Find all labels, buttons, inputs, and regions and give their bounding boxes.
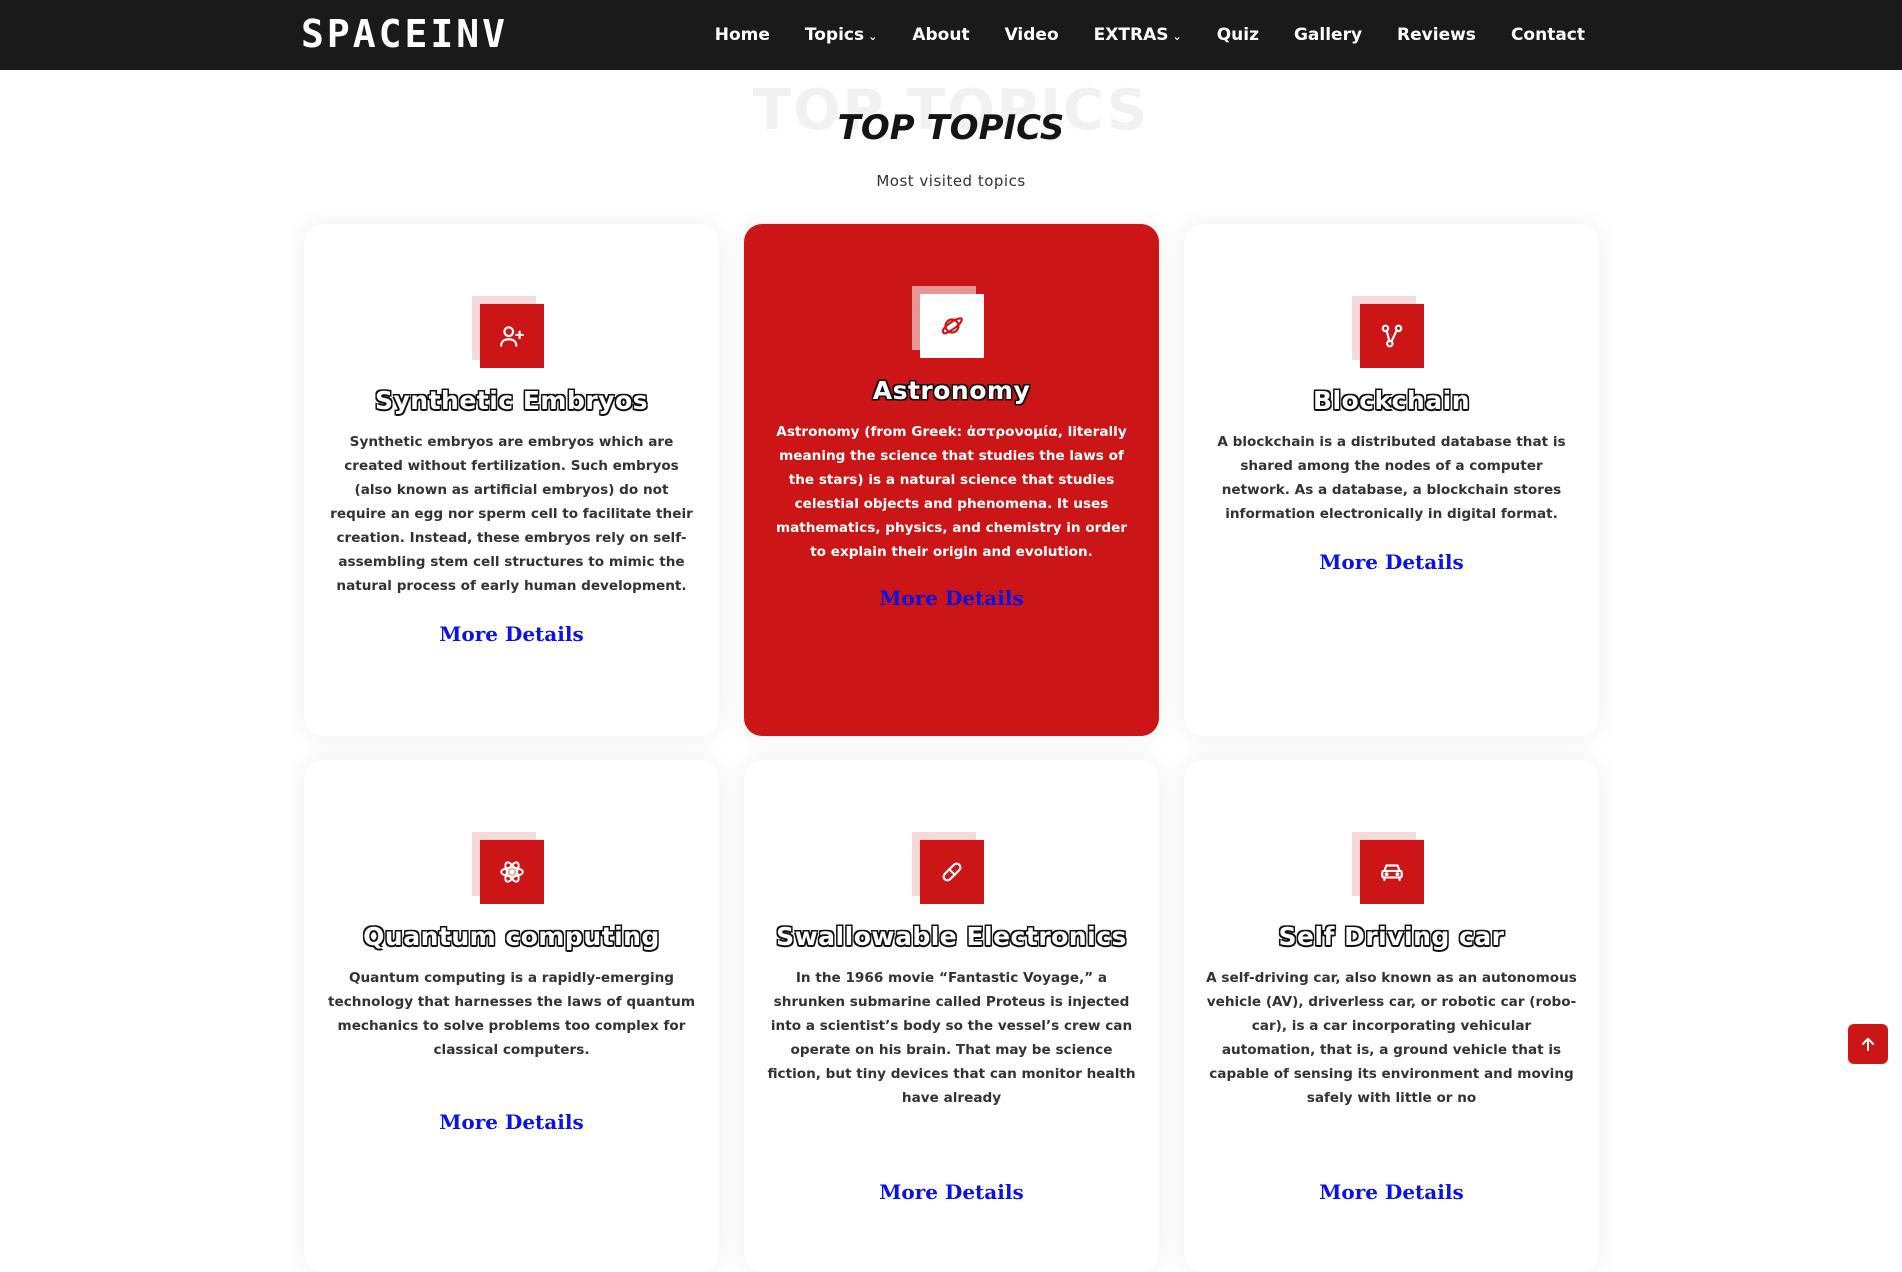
nav-contact[interactable]: Contact: [1511, 25, 1585, 45]
card-description: A self-driving car, also known as an aut…: [1206, 970, 1577, 1106]
nav-about[interactable]: About: [912, 25, 969, 45]
card-title: Blockchain: [1312, 386, 1471, 415]
nav-label: Home: [714, 25, 770, 45]
nav-video[interactable]: Video: [1005, 25, 1059, 45]
topic-card-synthetic-embryos: Synthetic Embryos Synthetic embryos are …: [304, 224, 719, 736]
icon-container: [471, 296, 544, 368]
card-title: Swallowable Electronics: [776, 922, 1127, 951]
nav-label: Video: [1004, 25, 1059, 45]
card-description: In the 1966 movie “Fantastic Voyage,” a …: [767, 970, 1136, 1106]
more-details-link[interactable]: More Details: [1184, 1180, 1599, 1204]
site-logo[interactable]: SPACEINV: [301, 12, 508, 56]
nodes-icon: [1359, 304, 1424, 368]
card-description: Synthetic embryos are embryos which are …: [330, 434, 693, 594]
card-title: Self Driving car: [1278, 922, 1505, 951]
card-description: A blockchain is a distributed database t…: [1217, 434, 1566, 522]
nav-reviews[interactable]: Reviews: [1397, 25, 1476, 45]
nav-home[interactable]: Home: [715, 25, 770, 45]
nav-gallery[interactable]: Gallery: [1294, 25, 1362, 45]
capsule-icon: [919, 840, 984, 904]
nav-quiz[interactable]: Quiz: [1217, 25, 1259, 45]
chevron-down-icon: ⌄: [1172, 29, 1182, 43]
more-details-link[interactable]: More Details: [1184, 550, 1599, 574]
car-icon: [1359, 840, 1424, 904]
topic-card-quantum-computing: Quantum computing Quantum computing is a…: [304, 760, 719, 1272]
nav-label: EXTRAS: [1093, 25, 1169, 45]
section-title: TOP TOPICS: [837, 108, 1065, 148]
topic-card-astronomy: Astronomy Astronomy (from Greek: ἀστρονο…: [744, 224, 1159, 736]
section-subtitle: Most visited topics: [876, 172, 1026, 190]
icon-container: [911, 286, 984, 358]
scroll-to-top-button[interactable]: [1848, 1024, 1888, 1064]
more-details-link[interactable]: More Details: [744, 586, 1159, 610]
nav-topics[interactable]: Topics ⌄: [805, 25, 877, 45]
card-title: Astronomy: [872, 376, 1031, 405]
card-description: Astronomy (from Greek: ἀστρονομία, liter…: [775, 424, 1128, 560]
nav-label: Gallery: [1293, 25, 1363, 45]
nav-label: About: [912, 25, 970, 45]
topic-card-swallowable-electronics: Swallowable Electronics In the 1966 movi…: [744, 760, 1159, 1272]
more-details-link[interactable]: More Details: [744, 1180, 1159, 1204]
topic-card-blockchain: Blockchain A blockchain is a distributed…: [1184, 224, 1599, 736]
card-title: Synthetic Embryos: [374, 386, 649, 415]
card-title: Quantum computing: [363, 922, 660, 951]
card-description: Quantum computing is a rapidly-emerging …: [328, 970, 695, 1058]
chevron-down-icon: ⌄: [868, 29, 878, 43]
topic-card-self-driving-car: Self Driving car A self-driving car, als…: [1184, 760, 1599, 1272]
icon-container: [471, 832, 544, 904]
more-details-link[interactable]: More Details: [304, 622, 719, 646]
nav-label: Contact: [1510, 25, 1585, 45]
icon-container: [911, 832, 984, 904]
icon-container: [1351, 296, 1424, 368]
more-details-link[interactable]: More Details: [304, 1110, 719, 1134]
user-plus-icon: [479, 304, 544, 368]
nav-label: Topics: [804, 25, 865, 45]
arrow-up-icon: [1861, 1037, 1875, 1051]
site-header: SPACEINV Home Topics ⌄ About Video EXTRAS…: [0, 0, 1902, 70]
main-nav: Home Topics ⌄ About Video EXTRAS ⌄ Quiz Ga…: [715, 0, 1585, 70]
nav-label: Reviews: [1397, 25, 1476, 45]
nav-extras[interactable]: EXTRAS ⌄: [1094, 25, 1182, 45]
planet-icon: [919, 294, 984, 358]
atom-icon: [479, 840, 544, 904]
icon-container: [1351, 832, 1424, 904]
nav-label: Quiz: [1216, 25, 1259, 45]
